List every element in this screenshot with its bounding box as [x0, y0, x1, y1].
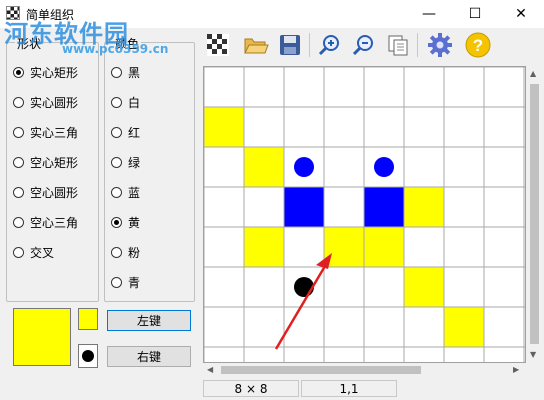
yellow-cell [364, 227, 404, 267]
radio-icon[interactable] [111, 186, 122, 198]
shape-group-label: 形状 [15, 35, 44, 52]
scroll-right-icon[interactable]: ▶ [513, 365, 519, 374]
color-option[interactable]: 粉 [111, 242, 140, 262]
grid-board[interactable] [204, 67, 526, 363]
blue-cell [364, 187, 404, 227]
right-button[interactable]: 右键 [107, 346, 191, 367]
color-option[interactable]: 蓝 [111, 182, 140, 202]
shape-option[interactable]: 空心三角 [13, 212, 78, 232]
close-button[interactable]: ✕ [498, 0, 544, 28]
horizontal-scroll-thumb[interactable] [221, 366, 421, 374]
color-group: 颜色 黑 白 红 绿 蓝 黄 粉 青 [104, 35, 195, 302]
radio-icon[interactable] [111, 66, 122, 78]
radio-icon[interactable] [13, 186, 24, 198]
blue-circle [294, 157, 314, 177]
shape-option[interactable]: 空心矩形 [13, 152, 78, 172]
drawing-canvas[interactable] [203, 66, 526, 363]
copy-pages-icon[interactable] [384, 31, 412, 59]
current-color-preview [13, 308, 71, 366]
radio-icon[interactable] [13, 66, 24, 78]
color-option[interactable]: 青 [111, 272, 140, 292]
title-bar: 简单组织 — ☐ ✕ [0, 0, 544, 28]
shape-option[interactable]: 实心三角 [13, 122, 78, 142]
color-option[interactable]: 绿 [111, 152, 140, 172]
shape-group: 形状 实心矩形 实心圆形 实心三角 空心矩形 空心圆形 空心三角 交叉 [6, 35, 99, 302]
color-option[interactable]: 黑 [111, 62, 140, 82]
zoom-out-icon[interactable] [350, 31, 378, 59]
help-icon[interactable]: ? [464, 31, 492, 59]
checker-icon[interactable] [204, 31, 232, 59]
yellow-cell [404, 267, 444, 307]
radio-icon[interactable] [13, 156, 24, 168]
left-button[interactable]: 左键 [107, 310, 191, 331]
shape-option[interactable]: 交叉 [13, 242, 54, 262]
zoom-in-icon[interactable] [316, 31, 344, 59]
radio-icon[interactable] [13, 246, 24, 258]
radio-icon[interactable] [111, 276, 122, 288]
shape-option[interactable]: 实心圆形 [13, 92, 78, 112]
color-group-label: 颜色 [113, 35, 142, 52]
settings-gear-icon[interactable] [426, 31, 454, 59]
toolbar: ? [202, 28, 544, 62]
open-folder-icon[interactable] [242, 31, 270, 59]
vertical-scroll-thumb[interactable] [530, 84, 539, 344]
scroll-left-icon[interactable]: ◀ [207, 365, 213, 374]
shape-option[interactable]: 空心圆形 [13, 182, 78, 202]
radio-icon[interactable] [111, 156, 122, 168]
black-dot-icon [82, 350, 94, 362]
app-icon [6, 6, 20, 20]
blue-cell [284, 187, 324, 227]
color-option[interactable]: 黄 [111, 212, 140, 232]
vertical-scrollbar[interactable]: ▲ ▼ [526, 66, 543, 363]
scroll-down-icon[interactable]: ▼ [530, 350, 536, 359]
yellow-cell [244, 147, 284, 187]
radio-icon[interactable] [111, 126, 122, 138]
yellow-cell [444, 307, 484, 347]
status-size: 8 × 8 [203, 380, 299, 397]
radio-icon[interactable] [13, 126, 24, 138]
window-title: 简单组织 [26, 8, 75, 22]
yellow-cell [244, 227, 284, 267]
right-button-shape-swatch [78, 344, 98, 368]
maximize-button[interactable]: ☐ [452, 0, 498, 28]
color-option[interactable]: 白 [111, 92, 140, 112]
yellow-cell [204, 107, 244, 147]
radio-icon[interactable] [13, 216, 24, 228]
status-position: 1,1 [301, 380, 397, 397]
radio-icon[interactable] [111, 246, 122, 258]
color-option[interactable]: 红 [111, 122, 140, 142]
radio-icon[interactable] [111, 96, 122, 108]
save-disk-icon[interactable] [276, 31, 304, 59]
minimize-button[interactable]: — [406, 0, 452, 28]
black-circle [294, 277, 314, 297]
horizontal-scrollbar[interactable]: ◀ ▶ [203, 363, 526, 377]
yellow-cell [404, 187, 444, 227]
radio-icon[interactable] [13, 96, 24, 108]
svg-text:?: ? [473, 36, 483, 55]
left-button-color-swatch [78, 308, 98, 330]
shape-option[interactable]: 实心矩形 [13, 62, 78, 82]
radio-icon[interactable] [111, 216, 122, 228]
scroll-up-icon[interactable]: ▲ [530, 69, 536, 78]
blue-circle [374, 157, 394, 177]
